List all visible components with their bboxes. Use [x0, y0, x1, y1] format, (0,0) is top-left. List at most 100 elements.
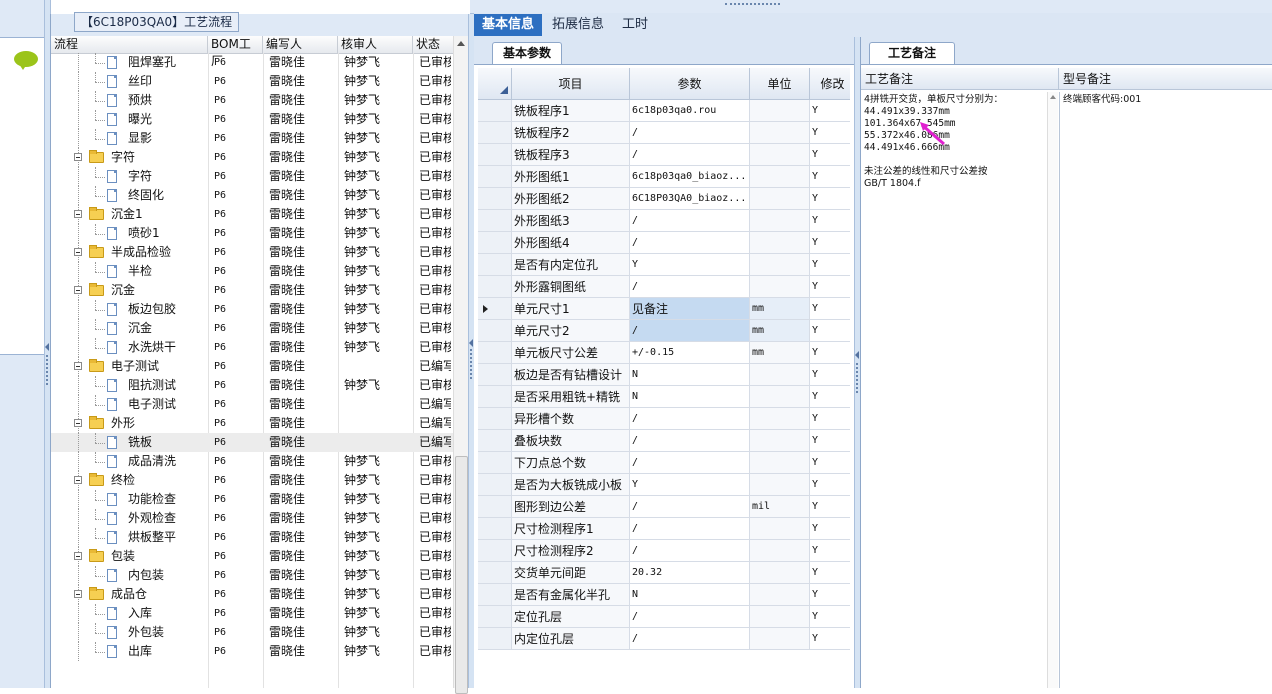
collapse-tree-icon[interactable] [469, 339, 473, 347]
param-row[interactable]: 外形图纸3/ Y [478, 210, 850, 232]
tree-row[interactable]: 阻焊塞孔 P6 雷晓佳 钟梦飞 已审核 [51, 53, 453, 72]
param-row[interactable]: 单元尺寸1 见备注 mm Y [478, 298, 850, 320]
tree-row[interactable]: 喷砂1 P6 雷晓佳 钟梦飞 已审核 [51, 224, 453, 243]
param-row[interactable]: 图形到边公差 / mil Y [478, 496, 850, 518]
row-indicator[interactable] [478, 276, 512, 298]
collapse-node-icon[interactable] [74, 552, 82, 560]
col-header-item[interactable]: 项目 [512, 68, 630, 100]
tree-row[interactable]: 入库 P6 雷晓佳 钟梦飞 已审核 [51, 604, 453, 623]
param-row[interactable]: 是否有金属化半孔 N Y [478, 584, 850, 606]
collapse-left-icon[interactable] [45, 343, 49, 351]
row-indicator[interactable] [478, 144, 512, 166]
scroll-up-icon[interactable] [1050, 95, 1056, 99]
tree-folder-row[interactable]: 沉金 P6 雷晓佳 钟梦飞 已审核 [51, 281, 453, 300]
tree-folder-row[interactable]: 字符 P6 雷晓佳 钟梦飞 已审核 [51, 148, 453, 167]
tree-row[interactable]: 铣板 P6 雷晓佳 已编写 [51, 433, 453, 452]
tree-row[interactable]: 功能检查 P6 雷晓佳 钟梦飞 已审核 [51, 490, 453, 509]
model-remarks-text[interactable]: 终端顾客代码:001 [1059, 92, 1260, 688]
row-indicator[interactable] [478, 298, 512, 320]
param-value-cell[interactable]: / [630, 320, 750, 342]
grid-corner[interactable] [478, 68, 512, 100]
param-value-cell[interactable]: Y [630, 474, 750, 496]
row-indicator[interactable] [478, 364, 512, 386]
param-value-cell[interactable]: / [630, 606, 750, 628]
collapse-node-icon[interactable] [74, 476, 82, 484]
collapse-node-icon[interactable] [74, 362, 82, 370]
param-value-cell[interactable]: / [630, 276, 750, 298]
param-row[interactable]: 定位孔层 / Y [478, 606, 850, 628]
param-value-cell[interactable]: / [630, 232, 750, 254]
param-value-cell[interactable]: / [630, 540, 750, 562]
row-indicator[interactable] [478, 606, 512, 628]
scroll-up-icon[interactable] [457, 41, 465, 46]
tree-row[interactable]: 终固化 P6 雷晓佳 钟梦飞 已审核 [51, 186, 453, 205]
tree-row[interactable]: 电子测试 P6 雷晓佳 已编写 [51, 395, 453, 414]
param-row[interactable]: 外形图纸1 6c18p03qa0_biaoz... Y [478, 166, 850, 188]
param-value-cell[interactable]: / [630, 408, 750, 430]
param-row[interactable]: 叠板块数 / Y [478, 430, 850, 452]
row-indicator[interactable] [478, 166, 512, 188]
tree-row[interactable]: 预烘 P6 雷晓佳 钟梦飞 已审核 [51, 91, 453, 110]
row-indicator[interactable] [478, 188, 512, 210]
tree-row[interactable]: 水洗烘干 P6 雷晓佳 钟梦飞 已审核 [51, 338, 453, 357]
param-value-cell[interactable]: / [630, 210, 750, 232]
param-value-cell[interactable]: / [630, 628, 750, 650]
tree-folder-row[interactable]: 电子测试 P6 雷晓佳 已编写 [51, 357, 453, 376]
col-header-flow[interactable]: 流程 [51, 36, 208, 53]
col-header-value[interactable]: 参数 [630, 68, 750, 100]
row-indicator[interactable] [478, 386, 512, 408]
param-row[interactable]: 铣板程序2/ Y [478, 122, 850, 144]
param-value-cell[interactable]: 见备注 [630, 298, 750, 320]
param-row[interactable]: 单元尺寸2/mm Y [478, 320, 850, 342]
param-row[interactable]: 外形图纸4/ Y [478, 232, 850, 254]
param-value-cell[interactable]: 20.32 [630, 562, 750, 584]
col-header-reviewer[interactable]: 核审人 [338, 36, 413, 53]
tree-row[interactable]: 阻抗测试 P6 雷晓佳 钟梦飞 已审核 [51, 376, 453, 395]
row-indicator[interactable] [478, 408, 512, 430]
tree-row[interactable]: 烘板整平 P6 雷晓佳 钟梦飞 已审核 [51, 528, 453, 547]
col-header-modify[interactable]: 修改 [810, 68, 850, 100]
row-indicator[interactable] [478, 540, 512, 562]
row-indicator[interactable] [478, 562, 512, 584]
collapse-node-icon[interactable] [74, 590, 82, 598]
param-value-cell[interactable]: Y [630, 254, 750, 276]
param-row[interactable]: 异形槽个数 / Y [478, 408, 850, 430]
param-row[interactable]: 铣板程序3/ Y [478, 144, 850, 166]
row-indicator[interactable] [478, 100, 512, 122]
param-value-cell[interactable]: / [630, 496, 750, 518]
row-indicator[interactable] [478, 628, 512, 650]
row-indicator[interactable] [478, 518, 512, 540]
param-row[interactable]: 内定位孔层 / Y [478, 628, 850, 650]
tree-row[interactable]: 板边包胶 P6 雷晓佳 钟梦飞 已审核 [51, 300, 453, 319]
col-header-author[interactable]: 编写人 [263, 36, 338, 53]
param-row[interactable]: 交货单元间距 20.32 Y [478, 562, 850, 584]
collapse-node-icon[interactable] [74, 210, 82, 218]
tree-row[interactable]: 半检 P6 雷晓佳 钟梦飞 已审核 [51, 262, 453, 281]
row-indicator[interactable] [478, 232, 512, 254]
param-row[interactable]: 单元板尺寸公差 +/-0.15 mm Y [478, 342, 850, 364]
param-row[interactable]: 尺寸检测程序2/ Y [478, 540, 850, 562]
tree-folder-row[interactable]: 沉金1 P6 雷晓佳 钟梦飞 已审核 [51, 205, 453, 224]
param-value-cell[interactable]: N [630, 364, 750, 386]
chat-bubble-icon[interactable] [14, 51, 38, 70]
row-indicator[interactable] [478, 320, 512, 342]
tree-folder-row[interactable]: 半成品检验 P6 雷晓佳 钟梦飞 已审核 [51, 243, 453, 262]
param-value-cell[interactable]: N [630, 584, 750, 606]
tree-folder-row[interactable]: 外形 P6 雷晓佳 已编写 [51, 414, 453, 433]
row-indicator[interactable] [478, 122, 512, 144]
tree-row[interactable]: 外观检查 P6 雷晓佳 钟梦飞 已审核 [51, 509, 453, 528]
tab-extended-info[interactable]: 拓展信息 [544, 14, 612, 36]
tree-scrollbar[interactable] [453, 36, 468, 694]
col-header-unit[interactable]: 单位 [750, 68, 810, 100]
row-indicator[interactable] [478, 430, 512, 452]
param-value-cell[interactable]: N [630, 386, 750, 408]
param-row[interactable]: 铣板程序1 6c18p03qa0.rou Y [478, 100, 850, 122]
top-splitter-bar[interactable] [470, 0, 1272, 14]
col-header-status[interactable]: 状态 [413, 36, 453, 53]
tree-row[interactable]: 显影 P6 雷晓佳 钟梦飞 已审核 [51, 129, 453, 148]
tree-row[interactable]: 曝光 P6 雷晓佳 钟梦飞 已审核 [51, 110, 453, 129]
tree-row[interactable]: 外包装 P6 雷晓佳 钟梦飞 已审核 [51, 623, 453, 642]
row-indicator[interactable] [478, 452, 512, 474]
param-row[interactable]: 是否为大板铣成小板 Y Y [478, 474, 850, 496]
tree-folder-row[interactable]: 终检 P6 雷晓佳 钟梦飞 已审核 [51, 471, 453, 490]
